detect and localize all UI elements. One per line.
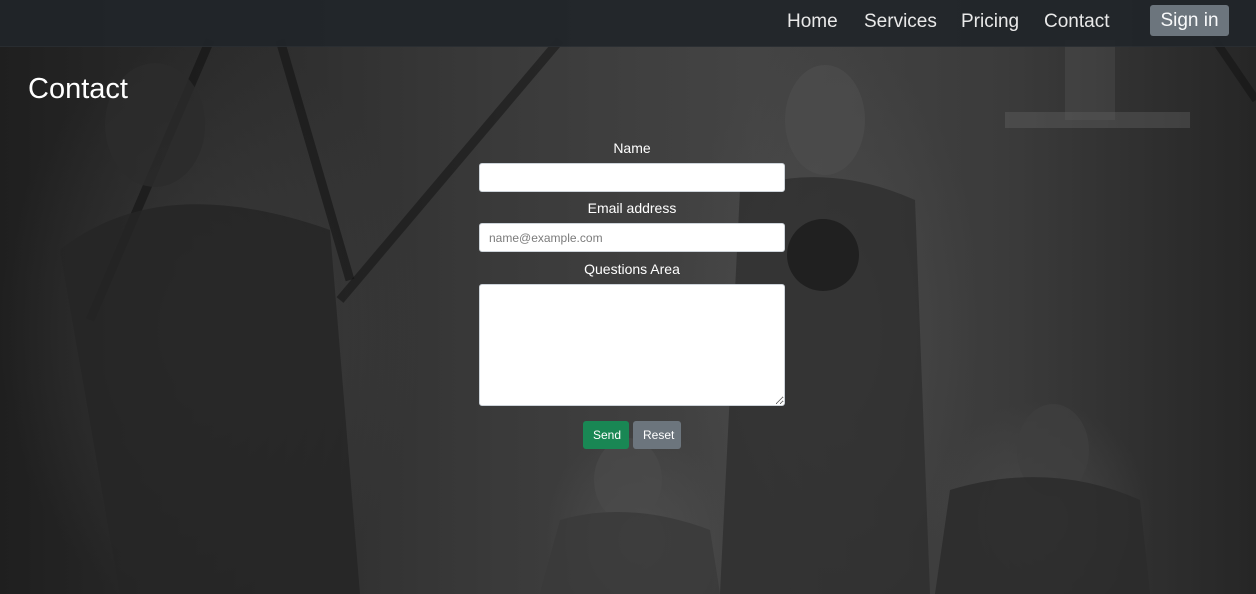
email-input[interactable] <box>479 223 785 252</box>
send-button[interactable]: Send <box>583 421 629 449</box>
nav-link-pricing[interactable]: Pricing <box>961 11 1019 33</box>
page-title: Contact <box>28 73 128 105</box>
sign-in-button[interactable]: Sign in <box>1150 5 1229 36</box>
nav-link-services[interactable]: Services <box>864 11 937 33</box>
contact-form: Name Email address Questions Area Send R… <box>479 138 785 449</box>
questions-label: Questions Area <box>584 261 680 277</box>
top-navbar: Home Services Pricing Contact Sign in <box>0 0 1256 47</box>
name-label: Name <box>613 140 651 156</box>
name-input[interactable] <box>479 163 785 192</box>
form-buttons: Send Reset <box>479 421 785 449</box>
questions-textarea[interactable] <box>479 284 785 406</box>
nav-link-contact[interactable]: Contact <box>1044 11 1109 33</box>
reset-button[interactable]: Reset <box>633 421 681 449</box>
nav-link-home[interactable]: Home <box>787 11 838 33</box>
email-label: Email address <box>587 200 677 216</box>
